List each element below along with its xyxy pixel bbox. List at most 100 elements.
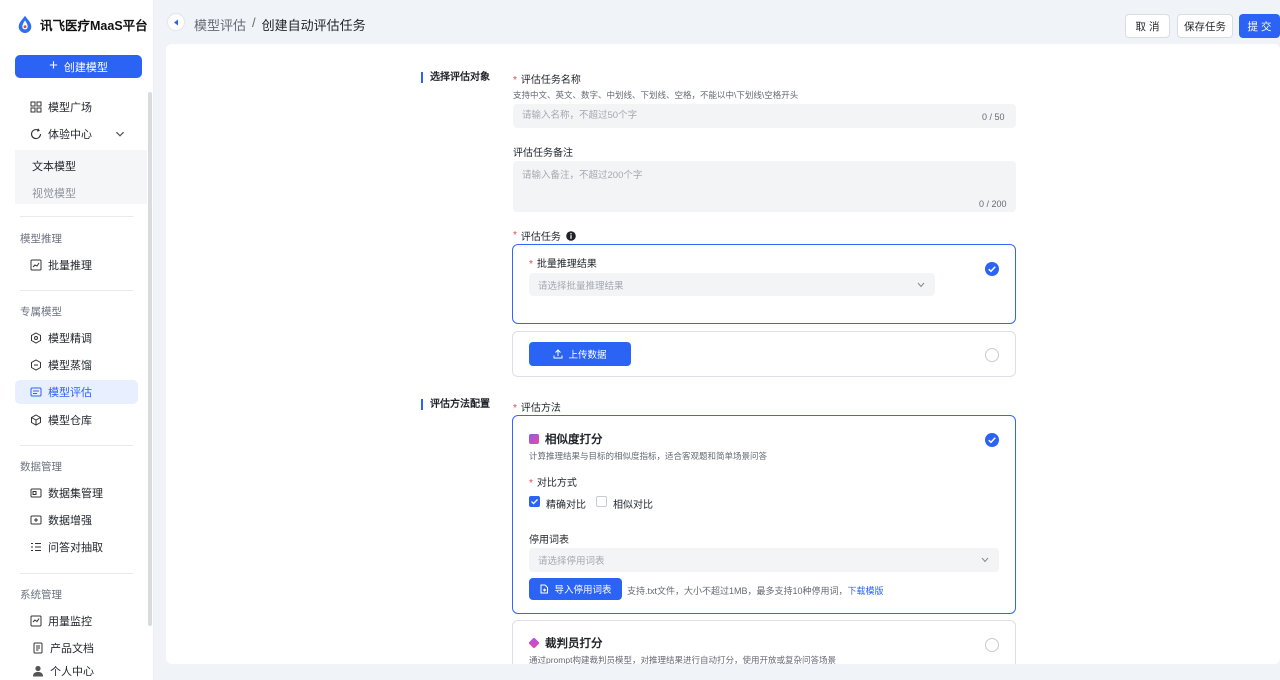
sidebar-item-model-repo[interactable]: 模型仓库	[15, 408, 138, 432]
batch-result-select[interactable]: 请选择批量推理结果	[529, 273, 935, 296]
evaluate-icon	[30, 387, 42, 397]
breadcrumb: 模型评估 / 创建自动评估任务	[194, 15, 366, 34]
sidebar-item-batch-inference[interactable]: 批量推理	[15, 253, 138, 277]
similarity-method-card[interactable]: 相似度打分 计算推理结果与目标的相似度指标，适合客观题和简单场景问答 * 对比方式…	[512, 415, 1016, 614]
chart-icon	[30, 259, 42, 271]
finetune-icon	[31, 332, 41, 344]
exact-compare-label[interactable]: 精确对比	[546, 496, 586, 511]
sidebar-item-label: 个人中心	[50, 666, 94, 678]
batch-inference-option-card[interactable]: * 批量推理结果 请选择批量推理结果	[512, 244, 1016, 324]
task-name-label: * 评估任务名称	[513, 71, 581, 86]
sidebar-item-label: 数据增强	[48, 515, 92, 527]
chevron-down-icon	[115, 131, 125, 137]
import-file-icon	[540, 584, 549, 594]
app-logo[interactable]: 讯飞医疗MaaS平台	[16, 12, 148, 36]
divider	[20, 573, 133, 574]
judge-title-text: 裁判员打分	[545, 638, 603, 650]
list-icon	[31, 543, 41, 551]
distill-icon	[31, 359, 41, 371]
batch-result-label: * 批量推理结果	[529, 255, 597, 270]
group-title-inference: 模型推理	[20, 233, 62, 245]
required-mark: *	[513, 75, 517, 86]
breadcrumb-separator: /	[252, 15, 256, 30]
plus-icon: +	[49, 57, 58, 74]
exact-compare-checkbox[interactable]	[529, 496, 540, 507]
upload-option-radio[interactable]	[985, 348, 999, 362]
info-icon[interactable]	[566, 230, 576, 241]
required-mark: *	[513, 230, 517, 241]
upload-data-button[interactable]: 上传数据	[529, 342, 631, 366]
judge-option-radio[interactable]	[985, 638, 999, 652]
stopwords-select[interactable]: 请选择停用词表	[529, 548, 999, 572]
batch-option-checked[interactable]	[985, 262, 999, 276]
compare-mode-label-text: 对比方式	[536, 478, 577, 489]
sidebar-item-data-augment[interactable]: 数据增强	[15, 508, 138, 532]
sidebar-item-model-plaza[interactable]: 模型广场	[15, 95, 138, 119]
check-icon	[988, 266, 996, 273]
sidebar-item-experience-center[interactable]: 体验中心	[15, 122, 138, 146]
sidebar-item-dataset[interactable]: 数据集管理	[15, 481, 138, 505]
back-button[interactable]	[168, 14, 184, 30]
sidebar-item-qa-extract[interactable]: 问答对抽取	[15, 535, 138, 559]
sidebar-item-distill[interactable]: 模型蒸馏	[15, 353, 138, 377]
judge-star-icon	[528, 637, 540, 649]
similarity-option-checked[interactable]	[985, 433, 999, 447]
sidebar-item-label: 产品文档	[50, 643, 94, 655]
similar-compare-checkbox[interactable]	[596, 496, 607, 507]
similarity-description: 计算推理结果与目标的相似度指标，适合客观题和简单场景问答	[529, 451, 768, 461]
app-title: 讯飞医疗MaaS平台	[40, 18, 148, 33]
eval-task-label-text: 评估任务	[520, 232, 561, 243]
chevron-down-icon	[981, 557, 989, 563]
similarity-title: 相似度打分	[529, 431, 603, 447]
divider	[20, 445, 133, 446]
augment-icon	[30, 515, 42, 525]
repository-icon	[31, 414, 41, 426]
sidebar-item-fine-tune[interactable]: 模型精调	[15, 326, 138, 350]
upload-data-option-card[interactable]: 上传数据	[512, 331, 1016, 377]
sidebar-item-docs[interactable]: 产品文档	[15, 636, 138, 660]
submit-button[interactable]: 提 交	[1239, 14, 1280, 38]
create-model-button[interactable]: + 创建模型	[15, 55, 142, 78]
sidebar-item-label: 模型广场	[48, 102, 92, 114]
similar-compare-label[interactable]: 相似对比	[613, 496, 653, 511]
task-note-label: 评估任务备注	[513, 148, 573, 159]
task-note-textarea[interactable]: 请输入备注，不超过200个字	[513, 161, 1016, 212]
sidebar-item-profile[interactable]: 个人中心	[15, 659, 138, 680]
cancel-button[interactable]: 取 消	[1125, 14, 1170, 38]
task-name-hint: 支持中文、英文、数字、中划线、下划线、空格，不能以中\下划线\空格开头	[513, 90, 799, 100]
page-title: 创建自动评估任务	[261, 18, 366, 33]
eval-task-label: * 评估任务	[513, 228, 576, 243]
upload-icon	[553, 349, 563, 359]
sidebar-item-label: 模型评估	[48, 387, 92, 399]
divider	[20, 290, 133, 291]
check-icon	[988, 437, 996, 444]
import-stopwords-label: 导入停用词表	[554, 585, 612, 596]
task-note-placeholder: 请输入备注，不超过200个字	[522, 170, 643, 181]
sidebar-item-label: 用量监控	[48, 616, 92, 628]
sidebar-item-model-eval[interactable]: 模型评估	[15, 380, 138, 404]
sidebar-item-usage[interactable]: 用量监控	[15, 609, 138, 633]
batch-result-label-text: 批量推理结果	[536, 259, 597, 270]
caret-left-icon	[174, 19, 178, 25]
sidebar-scrollbar[interactable]	[148, 92, 152, 626]
sidebar-subitem-vision-model[interactable]: 视觉模型	[32, 185, 76, 201]
eval-method-label-text: 评估方法	[520, 403, 561, 414]
task-name-input[interactable]: 请输入名称，不超过50个字	[513, 104, 1016, 128]
batch-result-placeholder: 请选择批量推理结果	[538, 280, 624, 292]
compare-mode-label: * 对比方式	[529, 474, 577, 489]
sidebar-subitem-text-model[interactable]: 文本模型	[32, 158, 76, 174]
save-task-button[interactable]: 保存任务	[1177, 14, 1233, 38]
sidebar-item-label: 批量推理	[48, 260, 92, 272]
breadcrumb-parent[interactable]: 模型评估	[194, 15, 246, 34]
stopwords-placeholder: 请选择停用词表	[538, 556, 605, 567]
import-stopwords-button[interactable]: 导入停用词表	[529, 578, 622, 600]
eval-method-label: * 评估方法	[513, 399, 561, 414]
import-hint-text: 支持.txt文件，大小不超过1MB，最多支持10种停用词，	[627, 586, 848, 596]
sidebar: 讯飞医疗MaaS平台 + 创建模型 模型广场 体验中心 文本模型 视觉模型 模型…	[0, 0, 154, 680]
create-model-label: 创建模型	[63, 61, 108, 74]
judge-method-card[interactable]: 裁判员打分 通过prompt构建裁判员模型，对推理结果进行自动打分，使用开放或复…	[512, 620, 1016, 664]
sidebar-item-label: 模型仓库	[48, 415, 92, 427]
download-template-link[interactable]: 下载模版	[848, 586, 884, 596]
page-header: 模型评估 / 创建自动评估任务 取 消 保存任务 提 交	[154, 0, 1280, 44]
sidebar-item-label: 体验中心	[48, 129, 92, 141]
